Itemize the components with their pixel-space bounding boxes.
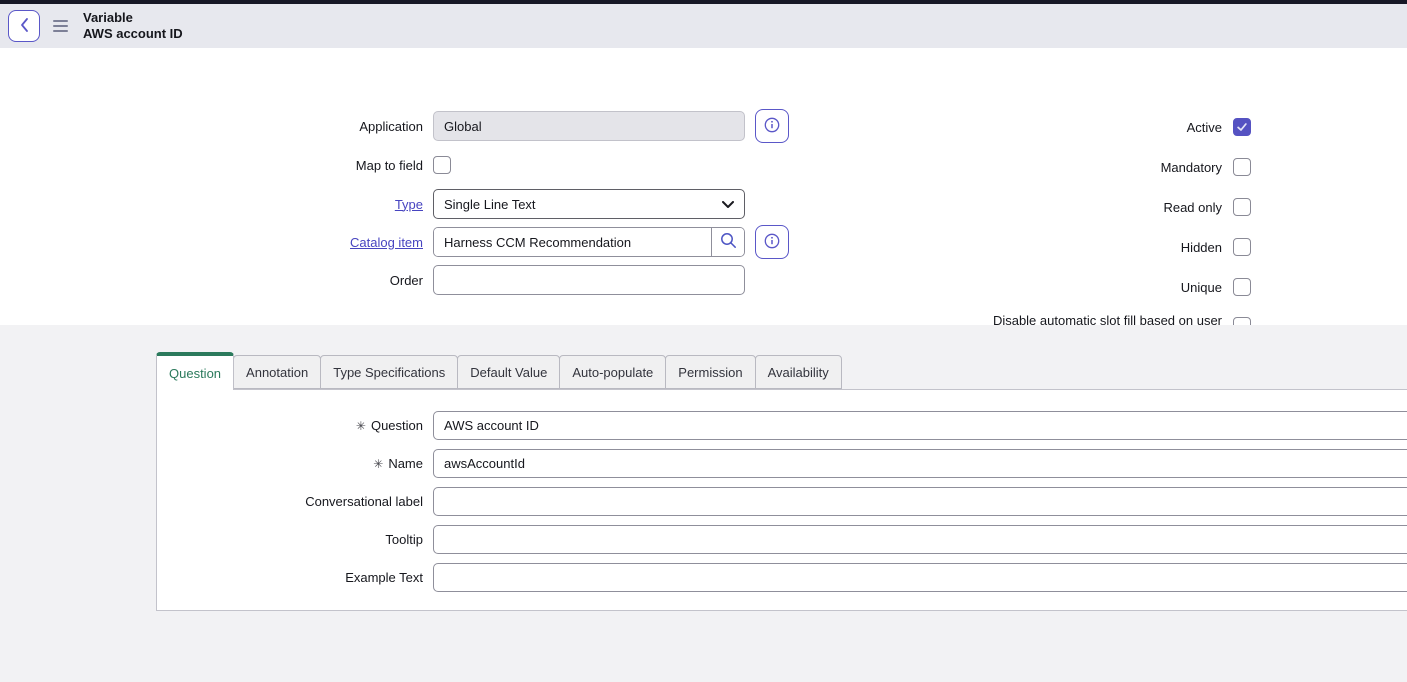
required-icon: [373, 457, 383, 471]
conversational-label-field[interactable]: [433, 487, 1407, 516]
example-text-field[interactable]: [433, 563, 1407, 592]
question-tab-panel: Question Name Conversational label Toolt…: [156, 389, 1407, 611]
header-bar: Variable AWS account ID: [0, 4, 1407, 48]
active-label: Active: [0, 120, 1222, 135]
hidden-label: Hidden: [0, 240, 1222, 255]
active-checkbox[interactable]: [1233, 118, 1251, 136]
unique-label: Unique: [0, 280, 1222, 295]
tooltip-label: Tooltip: [385, 532, 423, 547]
tab-default-value[interactable]: Default Value: [457, 355, 560, 389]
example-text-label: Example Text: [345, 570, 423, 585]
tab-question[interactable]: Question: [156, 352, 234, 390]
read-only-label: Read only: [0, 200, 1222, 215]
context-menu-icon[interactable]: [53, 17, 68, 35]
tab-availability[interactable]: Availability: [755, 355, 842, 389]
hidden-checkbox[interactable]: [1233, 238, 1251, 256]
unique-checkbox[interactable]: [1233, 278, 1251, 296]
read-only-checkbox[interactable]: [1233, 198, 1251, 216]
tab-type-specifications[interactable]: Type Specifications: [320, 355, 458, 389]
tab-annotation[interactable]: Annotation: [233, 355, 321, 389]
variable-form: Application Map to field Type Single Lin…: [0, 48, 1407, 325]
tab-bar: Question Annotation Type Specifications …: [156, 352, 841, 389]
record-name-label: AWS account ID: [83, 26, 183, 42]
name-field[interactable]: [433, 449, 1407, 478]
mandatory-label: Mandatory: [0, 160, 1222, 175]
back-button[interactable]: [8, 10, 40, 42]
tab-auto-populate[interactable]: Auto-populate: [559, 355, 666, 389]
conversational-label-label: Conversational label: [305, 494, 423, 509]
required-icon: [356, 419, 366, 433]
question-label: Question: [371, 418, 423, 433]
tooltip-field[interactable]: [433, 525, 1407, 554]
record-type-label: Variable: [83, 10, 183, 26]
name-label: Name: [388, 456, 423, 471]
chevron-left-icon: [19, 17, 30, 36]
tab-permission[interactable]: Permission: [665, 355, 755, 389]
mandatory-checkbox[interactable]: [1233, 158, 1251, 176]
page-title: Variable AWS account ID: [83, 10, 183, 42]
tab-section: Question Annotation Type Specifications …: [0, 325, 1407, 682]
question-field[interactable]: [433, 411, 1407, 440]
